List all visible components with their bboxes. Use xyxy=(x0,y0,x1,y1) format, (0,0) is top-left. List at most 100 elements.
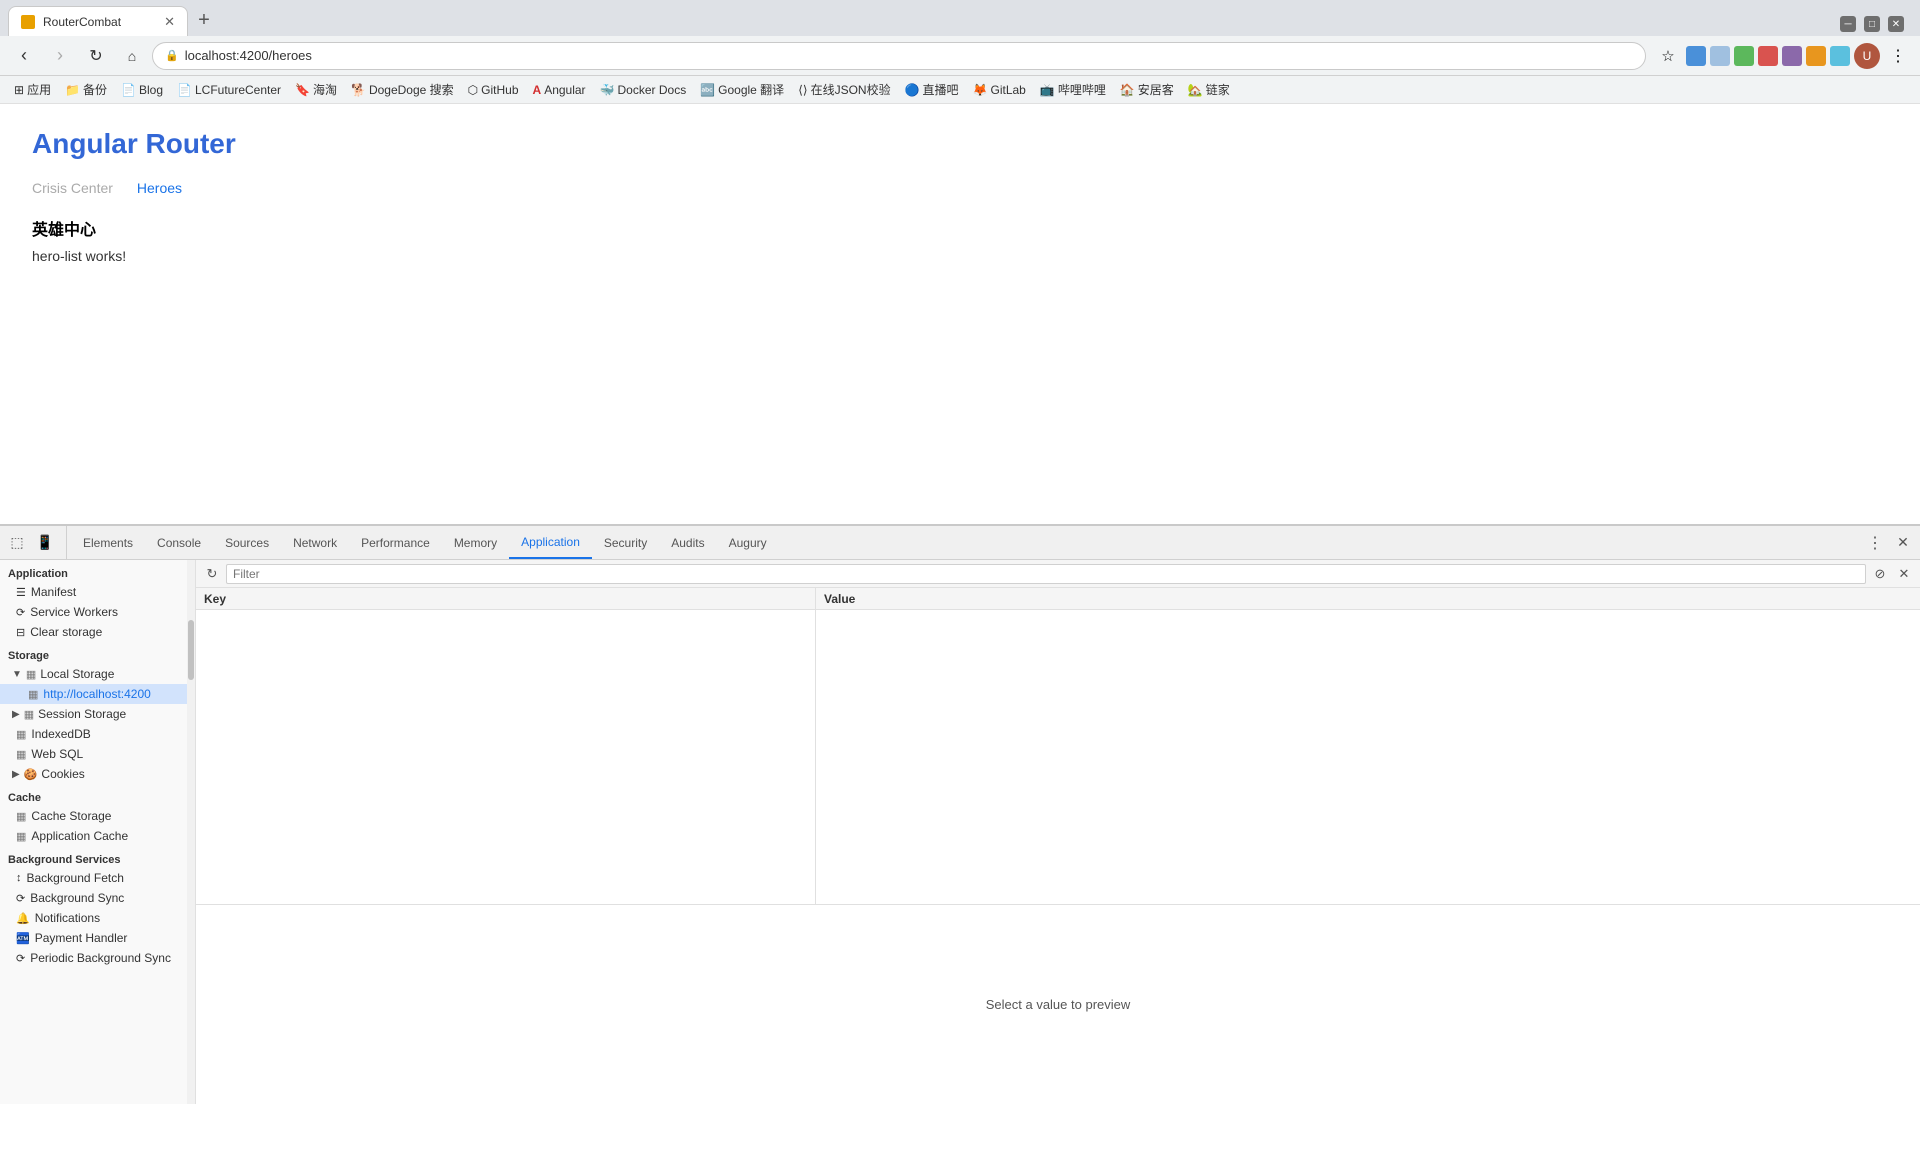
sidebar-item-service-workers[interactable]: ⟳ Service Workers xyxy=(0,602,195,622)
devtools-close-button[interactable]: ✕ xyxy=(1890,530,1916,556)
filter-input[interactable] xyxy=(226,564,1866,584)
refresh-storage-button[interactable]: ↻ xyxy=(202,564,222,584)
filter-toolbar: ↻ ⊘ ✕ xyxy=(196,560,1920,588)
page-nav: Crisis Center Heroes xyxy=(32,180,1888,196)
folder-icon: 📁 xyxy=(65,83,80,97)
doge-icon: 🐕 xyxy=(351,83,366,97)
zhibo-icon: 🔵 xyxy=(905,83,920,97)
bookmark-bilibili[interactable]: 📺 哔哩哔哩 xyxy=(1034,79,1112,100)
cookies-icon: 🍪 xyxy=(24,768,38,781)
active-tab[interactable]: RouterCombat ✕ xyxy=(8,6,188,36)
sidebar-item-localhost-4200[interactable]: ▦ http://localhost:4200 xyxy=(0,684,195,704)
sidebar-scrollbar[interactable] xyxy=(187,560,195,1104)
devtools-right-icons: ⋮ ✕ xyxy=(1862,526,1916,559)
minimize-button[interactable]: ─ xyxy=(1840,16,1856,32)
bookmark-zhibo[interactable]: 🔵 直播吧 xyxy=(899,79,965,100)
storage-split: Key Value xyxy=(196,588,1920,904)
browser-window: RouterCombat ✕ + ─ □ ✕ ‹ › ↻ ⌂ 🔒 localho… xyxy=(0,0,1920,1160)
bookmark-blog[interactable]: 📄 Blog xyxy=(115,81,169,99)
heroes-link[interactable]: Heroes xyxy=(137,180,182,196)
crisis-center-link[interactable]: Crisis Center xyxy=(32,180,113,196)
home-button[interactable]: ⌂ xyxy=(116,40,148,72)
sidebar-group-session-storage[interactable]: ▶ ▦ Session Storage xyxy=(0,704,195,724)
bookmark-star-button[interactable]: ☆ xyxy=(1654,42,1682,70)
page-content: Angular Router Crisis Center Heroes 英雄中心… xyxy=(0,104,1920,524)
bookmark-google-translate[interactable]: 🔤 Google 翻译 xyxy=(694,79,790,100)
tab-elements[interactable]: Elements xyxy=(71,529,145,559)
sidebar-item-cache-storage[interactable]: ▦ Cache Storage xyxy=(0,806,195,826)
close-button[interactable]: ✕ xyxy=(1888,16,1904,32)
localhost-grid-icon: ▦ xyxy=(28,688,38,701)
tab-augury[interactable]: Augury xyxy=(717,529,779,559)
sidebar-item-web-sql[interactable]: ▦ Web SQL xyxy=(0,744,195,764)
github-icon: ⬡ xyxy=(468,83,478,97)
value-column-body xyxy=(816,610,1920,904)
menu-button[interactable]: ⋮ xyxy=(1884,42,1912,70)
sidebar-item-clear-storage[interactable]: ⊟ Clear storage xyxy=(0,622,195,642)
bookmark-angular[interactable]: A Angular xyxy=(527,81,592,99)
url-text[interactable]: localhost:4200/heroes xyxy=(185,48,312,63)
bookmark-gitlab[interactable]: 🦊 GitLab xyxy=(967,81,1032,99)
anju-icon: 🏠 xyxy=(1120,83,1135,97)
application-cache-icon: ▦ xyxy=(16,830,26,843)
bookmark-json[interactable]: ⟨⟩ 在线JSON校验 xyxy=(792,79,896,100)
address-bar[interactable]: 🔒 localhost:4200/heroes xyxy=(152,42,1646,70)
sidebar-section-cache: Cache xyxy=(0,784,195,806)
bookmark-github[interactable]: ⬡ GitHub xyxy=(462,81,525,99)
sidebar-scrollbar-thumb[interactable] xyxy=(188,620,194,680)
new-tab-button[interactable]: + xyxy=(190,6,218,34)
bookmark-haitao[interactable]: 🔖 海淘 xyxy=(289,79,343,100)
key-column: Key xyxy=(196,588,816,904)
sidebar-item-indexeddb[interactable]: ▦ IndexedDB xyxy=(0,724,195,744)
indexeddb-icon: ▦ xyxy=(16,728,26,741)
clear-filter-button[interactable]: ⊘ xyxy=(1870,564,1890,584)
reload-button[interactable]: ↻ xyxy=(80,40,112,72)
sidebar-group-local-storage[interactable]: ▼ ▦ Local Storage xyxy=(0,664,195,684)
back-button[interactable]: ‹ xyxy=(8,40,40,72)
sidebar-item-background-sync[interactable]: ⟳ Background Sync xyxy=(0,888,195,908)
forward-button[interactable]: › xyxy=(44,40,76,72)
sidebar-item-background-fetch[interactable]: ↕ Background Fetch xyxy=(0,868,195,888)
bookmark-lcfuture[interactable]: 📄 LCFutureCenter xyxy=(171,81,287,99)
storage-panel: Key Value xyxy=(196,588,1920,1104)
value-column: Value xyxy=(816,588,1920,904)
devtools-header: ⬚ 📱 Elements Console Sources Network Per… xyxy=(0,526,1920,560)
sidebar-item-notifications[interactable]: 🔔 Notifications xyxy=(0,908,195,928)
bookmark-apps[interactable]: ⊞ 应用 xyxy=(8,79,57,100)
tab-close-icon[interactable]: ✕ xyxy=(164,14,175,30)
delete-storage-button[interactable]: ✕ xyxy=(1894,564,1914,584)
profile-button[interactable]: U xyxy=(1854,43,1880,69)
tab-security[interactable]: Security xyxy=(592,529,659,559)
value-column-header: Value xyxy=(816,588,1920,610)
devtools-more-button[interactable]: ⋮ xyxy=(1862,530,1888,556)
tab-favicon xyxy=(21,15,35,29)
section-heading: 英雄中心 xyxy=(32,216,1888,240)
bookmark-anju[interactable]: 🏠 安居客 xyxy=(1114,79,1180,100)
clear-storage-icon: ⊟ xyxy=(16,626,25,639)
devtools-panel: ⬚ 📱 Elements Console Sources Network Per… xyxy=(0,524,1920,1104)
tab-network[interactable]: Network xyxy=(281,529,349,559)
background-sync-icon: ⟳ xyxy=(16,892,25,905)
bookmark-dogedoge[interactable]: 🐕 DogeDoge 搜索 xyxy=(345,79,460,100)
sidebar-group-cookies[interactable]: ▶ 🍪 Cookies xyxy=(0,764,195,784)
title-bar: RouterCombat ✕ + ─ □ ✕ xyxy=(0,0,1920,36)
bookmark-lianjia[interactable]: 🏡 链家 xyxy=(1182,79,1236,100)
tab-audits[interactable]: Audits xyxy=(659,529,716,559)
sidebar-item-periodic-background-sync[interactable]: ⟳ Periodic Background Sync xyxy=(0,948,195,968)
sidebar-item-application-cache[interactable]: ▦ Application Cache xyxy=(0,826,195,846)
tab-console[interactable]: Console xyxy=(145,529,213,559)
inspect-element-button[interactable]: ⬚ xyxy=(4,530,30,556)
tab-application[interactable]: Application xyxy=(509,527,592,559)
sidebar-item-manifest[interactable]: ☰ Manifest xyxy=(0,582,195,602)
maximize-button[interactable]: □ xyxy=(1864,16,1880,32)
bookmark-backup[interactable]: 📁 备份 xyxy=(59,79,113,100)
sidebar-item-payment-handler[interactable]: 🏧 Payment Handler xyxy=(0,928,195,948)
tab-performance[interactable]: Performance xyxy=(349,529,442,559)
device-toolbar-button[interactable]: 📱 xyxy=(32,530,58,556)
extension-icon-4 xyxy=(1758,46,1778,66)
web-sql-icon: ▦ xyxy=(16,748,26,761)
bookmark-docker[interactable]: 🐳 Docker Docs xyxy=(594,81,693,99)
tab-memory[interactable]: Memory xyxy=(442,529,509,559)
bilibili-icon: 📺 xyxy=(1040,83,1055,97)
tab-sources[interactable]: Sources xyxy=(213,529,281,559)
